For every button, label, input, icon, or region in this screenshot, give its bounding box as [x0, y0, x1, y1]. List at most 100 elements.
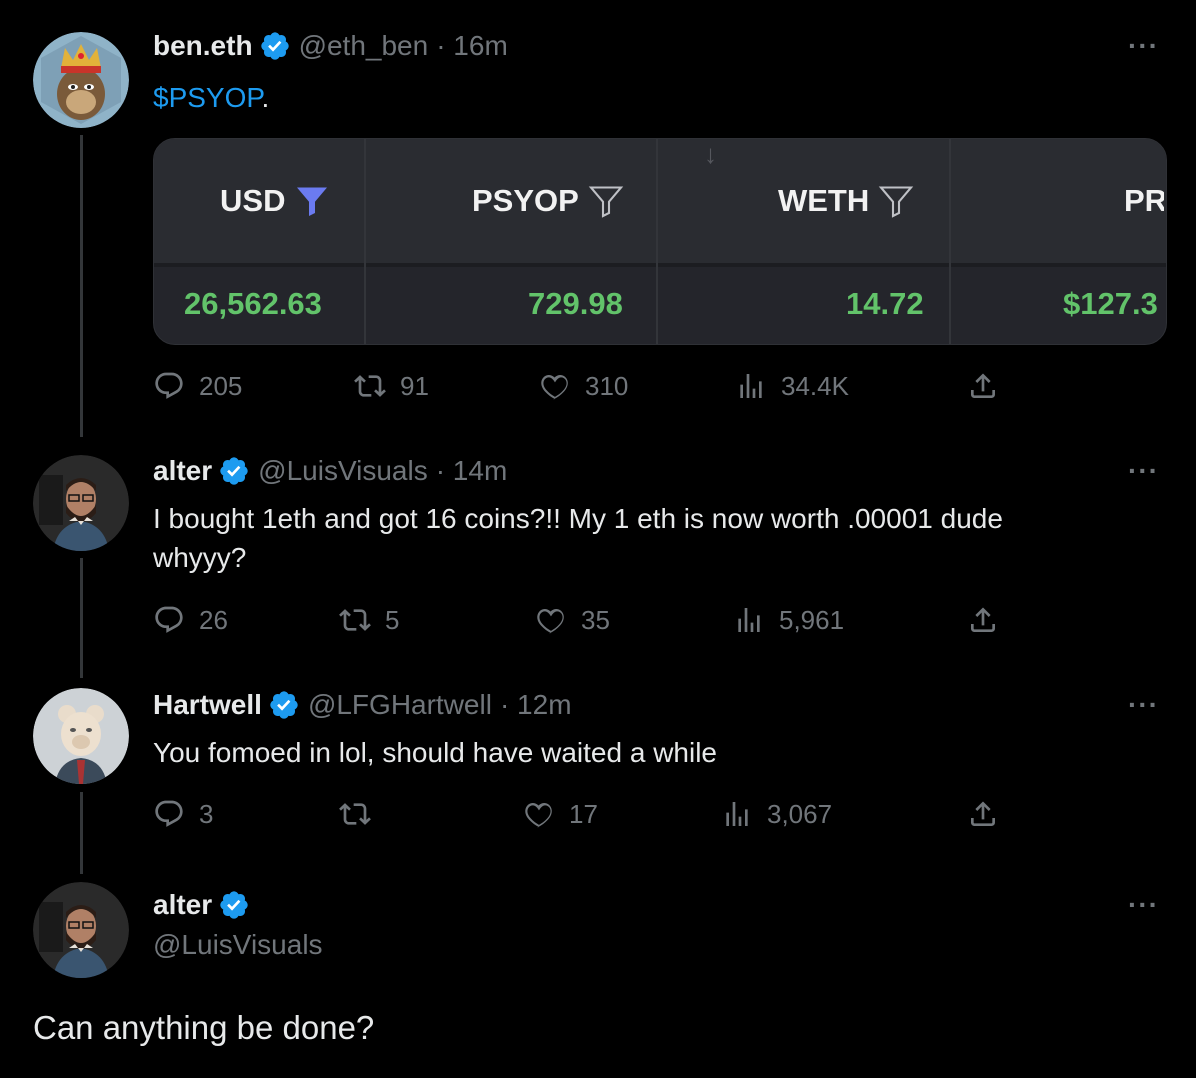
views-icon	[733, 604, 765, 636]
like-count: 35	[581, 604, 610, 635]
cell-psyop-value: 729.98	[528, 286, 623, 321]
retweet-button[interactable]: 91	[354, 370, 429, 402]
avatar[interactable]	[33, 882, 129, 978]
user-handle[interactable]: @LFGHartwell	[308, 689, 492, 721]
views-button[interactable]: 34.4K	[735, 370, 849, 402]
retweet-button[interactable]: 5	[339, 604, 399, 636]
view-count: 5,961	[779, 604, 845, 635]
avatar[interactable]	[33, 455, 129, 551]
like-count: 310	[585, 370, 629, 401]
display-name[interactable]: alter	[153, 889, 212, 921]
filter-icon	[588, 186, 624, 218]
like-button[interactable]: 17	[523, 798, 598, 830]
user-handle[interactable]: @LuisVisuals	[258, 455, 428, 487]
tweet-header: alter @LuisVisuals · 14m	[153, 455, 507, 487]
view-count: 34.4K	[781, 370, 849, 401]
more-icon[interactable]: ···	[1128, 30, 1159, 62]
tweet-text-line: I bought 1eth and got 16 coins?!! My 1 e…	[153, 503, 1003, 534]
retweet-count: 91	[400, 370, 429, 401]
views-button[interactable]: 3,067	[721, 798, 832, 830]
view-count: 3,067	[767, 798, 833, 829]
more-icon[interactable]: ···	[1128, 455, 1159, 487]
timestamp[interactable]: · 16m	[436, 30, 508, 62]
timestamp[interactable]: · 12m	[500, 689, 572, 721]
tweet-text-line: whyyy?	[153, 542, 247, 573]
cell-usd-value: 26,562.63	[184, 286, 322, 321]
retweet-icon	[339, 604, 371, 636]
user-handle[interactable]: @eth_ben	[299, 30, 429, 62]
tweet-header: alter	[153, 889, 258, 921]
bearded-man-avatar	[33, 455, 129, 551]
reply-icon	[153, 604, 185, 636]
sort-arrow-icon: ↓	[704, 139, 717, 169]
retweet-icon	[354, 370, 386, 402]
divider	[949, 139, 951, 344]
reply-button[interactable]: 205	[153, 370, 242, 402]
display-name[interactable]: ben.eth	[153, 30, 253, 62]
verified-icon	[218, 889, 250, 921]
tweet-text: Can anything be done?	[33, 1009, 375, 1046]
display-name[interactable]: alter	[153, 455, 212, 487]
reply-count: 3	[199, 798, 214, 829]
ape-with-crown-avatar	[33, 32, 129, 128]
column-label: WETH	[778, 183, 870, 218]
user-handle[interactable]: @LuisVisuals	[153, 929, 323, 961]
tweet-actions: 26 5 35 5,961	[153, 604, 1053, 644]
like-button[interactable]: 35	[535, 604, 610, 636]
reply-icon	[153, 798, 185, 830]
verified-icon	[259, 30, 291, 62]
tweet-text: You fomoed in lol, should have waited a …	[153, 737, 718, 768]
filter-icon	[879, 186, 914, 218]
like-icon	[523, 798, 555, 830]
tweet-text: I bought 1eth and got 16 coins?!! My 1 e…	[153, 499, 1133, 577]
tweet-text-rest: .	[261, 82, 270, 113]
views-icon	[735, 370, 767, 402]
tweet-header: ben.eth @eth_ben · 16m	[153, 30, 508, 62]
display-name[interactable]: Hartwell	[153, 689, 262, 721]
cell-weth-value: 14.72	[846, 286, 924, 321]
divider	[364, 139, 366, 344]
retweet-icon	[339, 798, 371, 830]
cashtag-link[interactable]: $PSYOP	[153, 82, 261, 113]
like-icon	[535, 604, 567, 636]
avatar[interactable]	[33, 688, 129, 784]
column-label: PR	[1124, 183, 1164, 218]
cell-pr-value: $127.3	[1063, 286, 1158, 321]
reply-button[interactable]: 26	[153, 604, 228, 636]
like-count: 17	[569, 798, 598, 829]
divider	[154, 263, 1166, 267]
reply-button[interactable]: 3	[153, 798, 213, 830]
more-icon[interactable]: ···	[1128, 689, 1159, 721]
share-button[interactable]	[967, 370, 999, 402]
bear-in-suit-avatar	[33, 688, 129, 784]
tweet-actions: 205 91 310 34.4K	[153, 370, 1053, 410]
timestamp[interactable]: · 14m	[436, 455, 508, 487]
column-header-pr: PR	[1124, 183, 1164, 219]
column-header-weth: WETH	[778, 183, 915, 219]
thread-connector	[80, 558, 83, 678]
bearded-man-avatar	[33, 882, 129, 978]
filter-icon	[297, 187, 328, 216]
column-label: USD	[220, 183, 286, 218]
divider	[656, 139, 658, 344]
thread-connector	[80, 135, 83, 437]
like-icon	[539, 370, 571, 402]
tweet-header: Hartwell @LFGHartwell · 12m	[153, 689, 572, 721]
verified-icon	[218, 455, 250, 487]
column-header-usd: USD	[220, 183, 331, 219]
more-icon[interactable]: ···	[1128, 889, 1159, 921]
column-label: PSYOP	[472, 183, 579, 218]
like-button[interactable]: 310	[539, 370, 628, 402]
verified-icon	[268, 689, 300, 721]
share-button[interactable]	[967, 604, 999, 636]
views-button[interactable]: 5,961	[733, 604, 844, 636]
share-button[interactable]	[967, 798, 999, 830]
avatar[interactable]	[33, 32, 129, 128]
column-header-psyop: PSYOP	[472, 183, 625, 219]
retweet-count: 5	[385, 604, 400, 635]
reply-count: 205	[199, 370, 243, 401]
reply-count: 26	[199, 604, 228, 635]
tweet-actions: 3 17 3,067	[153, 798, 1053, 838]
retweet-button[interactable]	[339, 798, 385, 830]
share-icon	[967, 370, 999, 402]
